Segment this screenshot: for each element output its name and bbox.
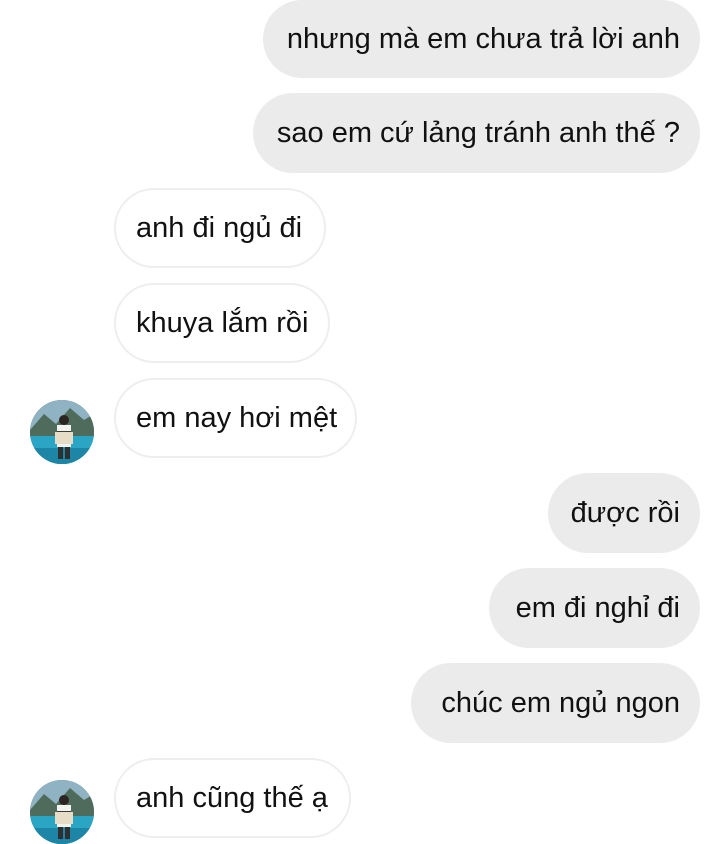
message-thread[interactable]: nhưng mà em chưa trả lời anh sao em cứ l… [0, 0, 720, 844]
contact-avatar[interactable] [30, 400, 94, 464]
avatar-photo-icon [30, 780, 94, 844]
outgoing-message[interactable]: em đi nghỉ đi [489, 568, 700, 648]
outgoing-message[interactable]: sao em cứ lảng tránh anh thế ? [253, 93, 700, 173]
outgoing-message[interactable]: chúc em ngủ ngon [411, 663, 700, 743]
incoming-message[interactable]: anh cũng thế ạ [114, 758, 351, 838]
avatar-photo-icon [30, 400, 94, 464]
outgoing-message[interactable]: được rồi [548, 473, 700, 553]
contact-avatar[interactable] [30, 780, 94, 844]
incoming-message[interactable]: khuya lắm rồi [114, 283, 330, 363]
outgoing-message[interactable]: nhưng mà em chưa trả lời anh [263, 0, 700, 78]
incoming-message[interactable]: em nay hơi mệt [114, 378, 357, 458]
incoming-message[interactable]: anh đi ngủ đi [114, 188, 326, 268]
